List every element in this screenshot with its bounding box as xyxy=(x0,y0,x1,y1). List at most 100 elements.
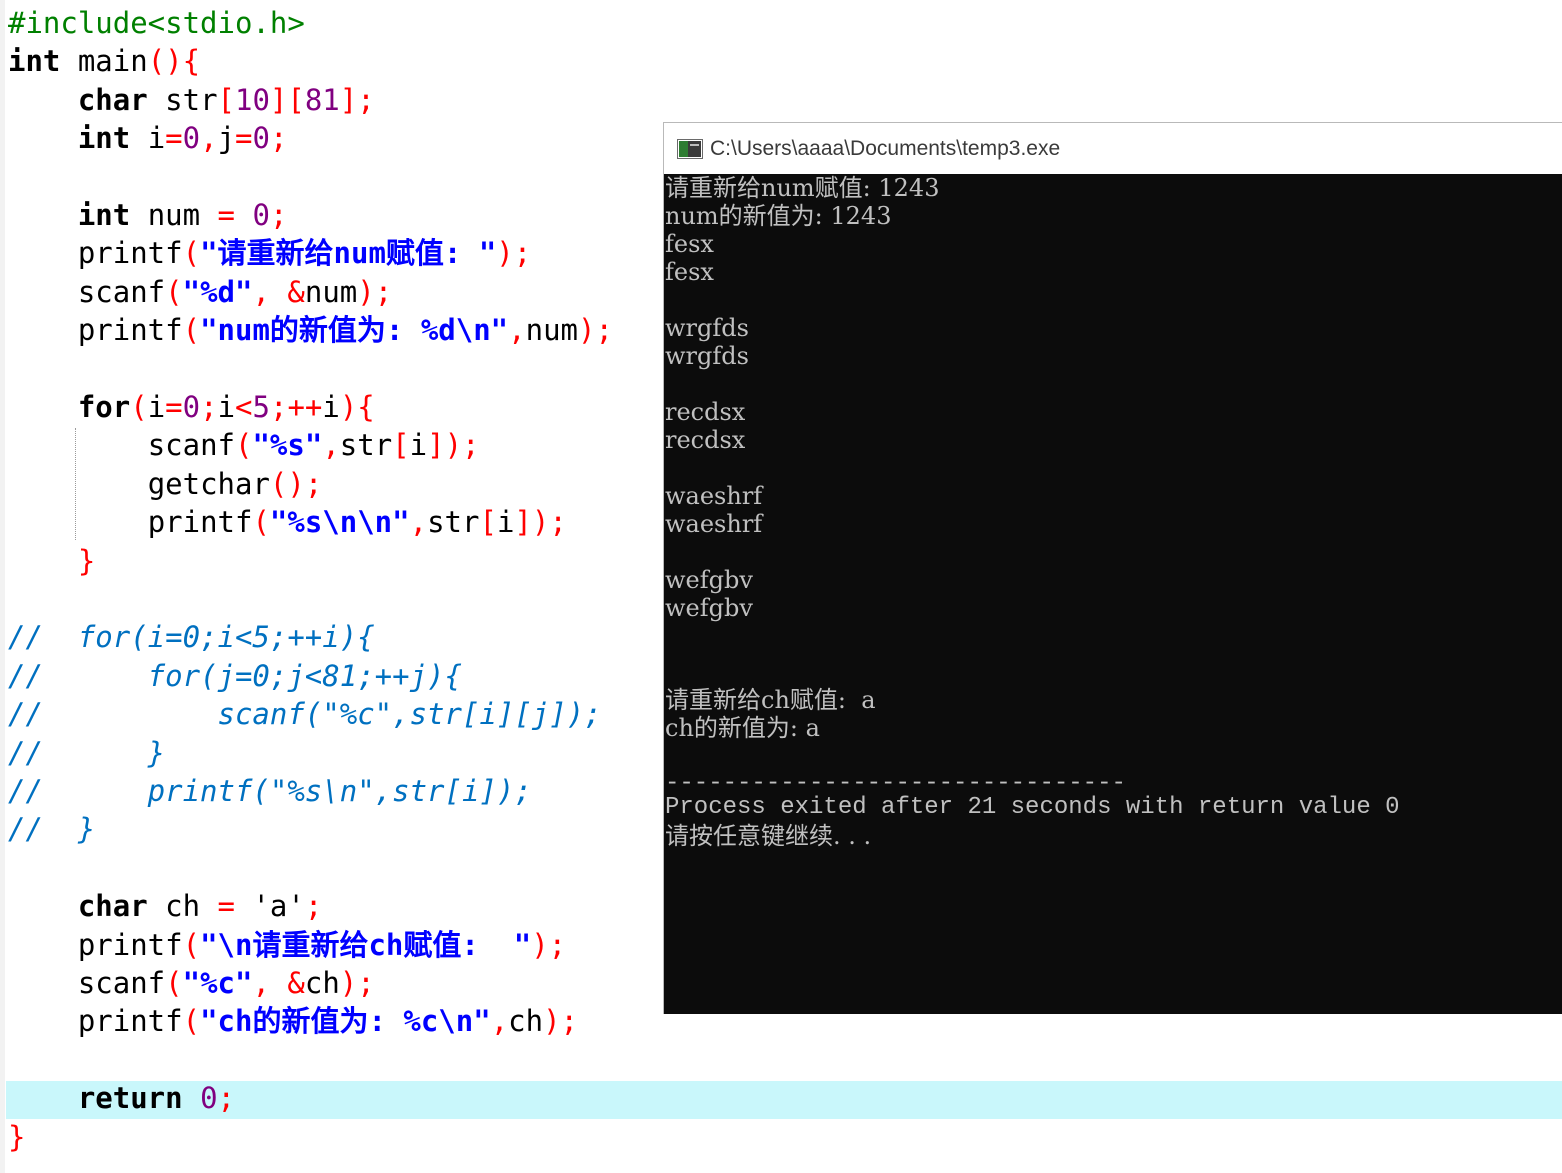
code-line: int num = 0; xyxy=(8,196,288,234)
code-token: ( xyxy=(182,236,201,270)
code-token: ); xyxy=(357,275,393,309)
code-token: 0 xyxy=(252,198,270,232)
code-token: ; xyxy=(304,889,323,923)
console-line: 请重新给num赋值: 1243 xyxy=(665,174,940,202)
code-token: , xyxy=(252,966,270,1000)
code-token: & xyxy=(287,966,305,1000)
code-token: // printf("%s\n",str[i]); xyxy=(8,774,532,808)
code-token: ); xyxy=(496,236,532,270)
console-line: wrgfds xyxy=(665,314,749,342)
code-token: , xyxy=(508,313,526,347)
code-token: ]; xyxy=(339,83,375,117)
code-token: } xyxy=(77,544,96,578)
console-line: wrgfds xyxy=(665,342,749,370)
code-token: ( xyxy=(182,1004,201,1038)
code-token: (); xyxy=(269,467,323,501)
code-line: } xyxy=(8,1118,25,1156)
code-line: int main(){ xyxy=(8,42,200,80)
code-line: // for(j=0;j<81;++j){ xyxy=(8,657,462,695)
code-token: ( xyxy=(165,275,183,309)
code-token: = xyxy=(165,390,183,424)
code-token: return xyxy=(77,1081,183,1115)
code-token: 5 xyxy=(252,390,270,424)
code-line: char str[10][81]; xyxy=(8,81,375,119)
code-token: str xyxy=(147,83,218,117)
code-token: num xyxy=(525,313,578,347)
code-token: "%s" xyxy=(252,428,323,462)
code-token: // for(i=0;i<5;++i){ xyxy=(8,620,375,654)
console-window[interactable]: C:\Users\aaaa\Documents\temp3.exe 请重新给nu… xyxy=(663,122,1562,1014)
code-token: "请重新给num赋值: " xyxy=(200,236,497,270)
code-token: & xyxy=(287,275,305,309)
code-line: for(i=0;i<5;++i){ xyxy=(8,388,375,426)
code-token: ch xyxy=(508,1004,544,1038)
console-line: waeshrf xyxy=(665,482,763,510)
console-line: wefgbv xyxy=(665,594,753,622)
code-token: // } xyxy=(8,736,166,770)
code-token: [ xyxy=(479,505,497,539)
code-token: ; xyxy=(217,1081,236,1115)
code-token: scanf xyxy=(77,275,166,309)
console-line: fesx xyxy=(665,258,714,286)
code-token: i xyxy=(130,121,166,155)
code-token: #include<stdio.h> xyxy=(8,6,305,40)
code-token: ( xyxy=(235,428,253,462)
code-token: "ch的新值为: %c\n" xyxy=(200,1004,491,1038)
code-token: = xyxy=(235,121,253,155)
code-token: , xyxy=(409,505,428,539)
code-token: char xyxy=(77,83,148,117)
code-token: < xyxy=(235,390,253,424)
code-token: , xyxy=(252,275,270,309)
code-token: for xyxy=(77,390,131,424)
code-line: return 0; xyxy=(8,1079,235,1117)
code-line: // } xyxy=(8,810,95,848)
code-token: ; xyxy=(269,198,288,232)
console-app-icon xyxy=(677,139,703,159)
console-titlebar[interactable]: C:\Users\aaaa\Documents\temp3.exe xyxy=(664,123,1562,174)
code-token: "num的新值为: %d\n" xyxy=(200,313,509,347)
code-token: ;++ xyxy=(269,390,323,424)
code-line: getchar(); xyxy=(8,465,323,503)
code-token: scanf xyxy=(147,428,235,462)
console-line: recdsx xyxy=(665,426,746,454)
code-token: ( xyxy=(165,966,183,1000)
console-line: waeshrf xyxy=(665,510,763,538)
console-line: fesx xyxy=(665,230,714,258)
code-token: // } xyxy=(8,812,96,846)
code-token: ); xyxy=(339,966,375,1000)
code-line: printf("ch的新值为: %c\n",ch); xyxy=(8,1002,578,1040)
code-token: i xyxy=(217,390,236,424)
code-token: 'a' xyxy=(235,889,305,923)
code-token: i xyxy=(496,505,515,539)
console-line: ch的新值为: a xyxy=(665,714,820,742)
code-line: scanf("%s",str[i]); xyxy=(8,426,480,464)
code-token: } xyxy=(8,1120,26,1154)
code-token: j xyxy=(217,121,236,155)
code-token: ch xyxy=(304,966,340,1000)
code-token: ; xyxy=(269,121,288,155)
code-line: } xyxy=(8,542,95,580)
code-token: 0 xyxy=(182,121,201,155)
code-token: = xyxy=(217,889,235,923)
code-token: = xyxy=(165,121,183,155)
code-token: ( xyxy=(182,928,201,962)
code-token: num xyxy=(130,198,218,232)
code-token: ( xyxy=(252,505,270,539)
code-token: // scanf("%c",str[i][j]); xyxy=(8,697,602,731)
code-token: "%s\n\n" xyxy=(269,505,410,539)
code-token: int xyxy=(77,198,131,232)
code-token: ); xyxy=(543,1004,578,1038)
code-token: printf xyxy=(77,1004,183,1038)
code-token: getchar xyxy=(147,467,270,501)
code-token: , xyxy=(200,121,218,155)
